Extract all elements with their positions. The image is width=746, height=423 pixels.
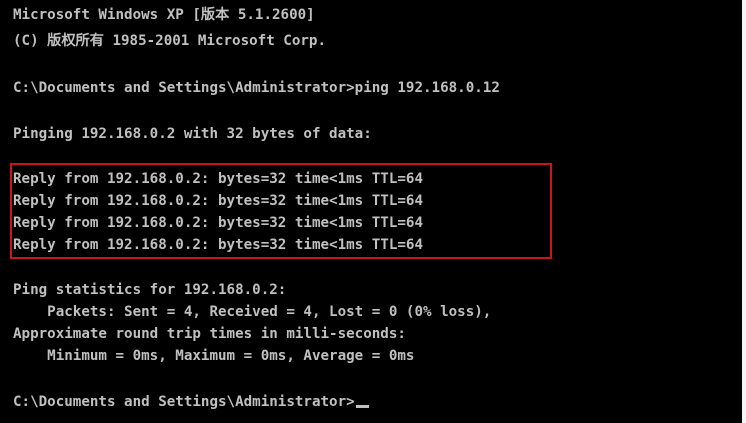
copyright-line: (C) 版权所有 1985-2001 Microsoft Corp. — [13, 33, 326, 49]
command-prompt-window[interactable]: Microsoft Windows XP [版本 5.1.2600] (C) 版… — [0, 0, 746, 423]
pinging-line: Pinging 192.168.0.2 with 32 bytes of dat… — [13, 126, 372, 142]
text-cursor — [355, 405, 369, 408]
os-version-line: Microsoft Windows XP [版本 5.1.2600] — [13, 7, 315, 23]
packets-line: Packets: Sent = 4, Received = 4, Lost = … — [13, 304, 492, 320]
rtt-values-line: Minimum = 0ms, Maximum = 0ms, Average = … — [13, 348, 415, 364]
window-edge — [742, 0, 746, 423]
reply-highlight-box — [10, 163, 552, 259]
ping-command-line: C:\Documents and Settings\Administrator>… — [13, 80, 500, 96]
prompt-text: C:\Documents and Settings\Administrator> — [13, 394, 355, 410]
rtt-title: Approximate round trip times in milli-se… — [13, 326, 406, 342]
statistics-title: Ping statistics for 192.168.0.2: — [13, 282, 287, 298]
command-prompt-line[interactable]: C:\Documents and Settings\Administrator> — [13, 393, 369, 412]
